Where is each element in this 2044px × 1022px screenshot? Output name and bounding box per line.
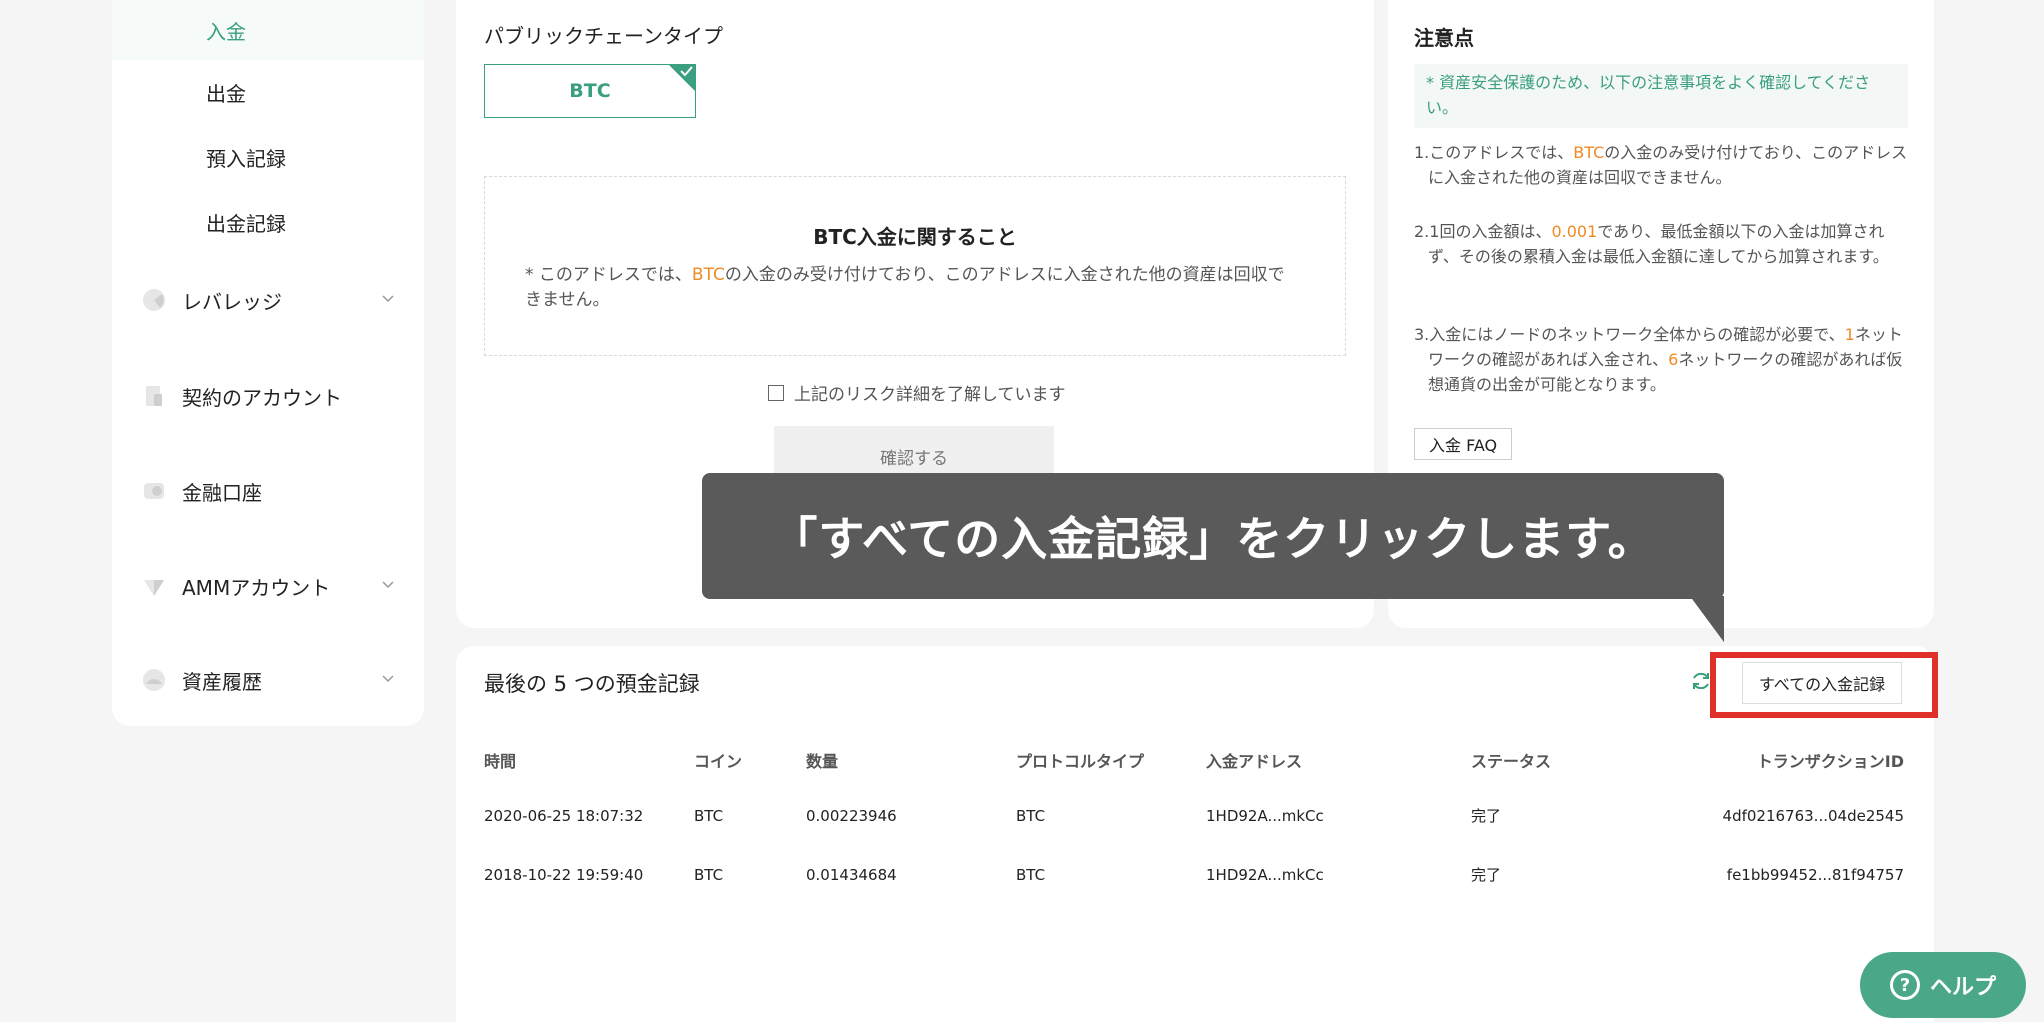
- record-protocol: BTC: [1016, 806, 1046, 825]
- note-confirmations: 6: [1668, 350, 1679, 369]
- note-2: 2.1回の入金額は、0.001であり、最低金額以下の入金は加算されず、その後の累…: [1414, 219, 1908, 269]
- note-1: 1.このアドレスでは、BTCの入金のみ受け付けており、このアドレスに入金された他…: [1414, 140, 1908, 190]
- column-header: 数量: [806, 752, 839, 771]
- asset-history-icon: [142, 668, 166, 692]
- column-header: ステータス: [1471, 752, 1552, 771]
- note-confirmations: 1: [1844, 325, 1855, 344]
- record-coin: BTC: [694, 865, 724, 884]
- chain-option-btc[interactable]: BTC: [484, 64, 696, 118]
- risk-acknowledge[interactable]: 上記のリスク詳細を了解しています: [768, 380, 1066, 405]
- note-3: 3.入金にはノードのネットワーク全体からの確認が必要で、1ネットワークの確認があ…: [1414, 322, 1908, 397]
- record-amount: 0.00223946: [806, 806, 897, 825]
- question-icon: ?: [1889, 970, 1920, 1000]
- sidebar-item-label: 出金: [206, 81, 246, 106]
- chain-option-label: BTC: [569, 80, 611, 102]
- sidebar-item-label: 預入記録: [206, 146, 286, 171]
- sidebar-item-amm-account[interactable]: AMMアカウント: [112, 556, 424, 616]
- sidebar-item-finance-account[interactable]: 金融口座: [112, 461, 424, 521]
- note-min-amount: 0.001: [1551, 222, 1598, 241]
- record-txid-link[interactable]: fe1bb99452...81f94757: [1651, 845, 1904, 904]
- table-row: 2018-10-22 19:59:40 BTC 0.01434684 BTC 1…: [484, 845, 1904, 904]
- annotation-highlight-box: [1710, 652, 1938, 718]
- column-header: 入金アドレス: [1206, 752, 1303, 771]
- sidebar-item-label: 資産履歴: [182, 669, 262, 694]
- record-address-link[interactable]: 1HD92A...mkCc: [1206, 845, 1471, 904]
- column-header: コイン: [694, 752, 743, 771]
- deposit-info-title: BTC入金に関すること: [813, 225, 1017, 249]
- record-coin: BTC: [694, 806, 724, 825]
- column-header: プロトコルタイプ: [1016, 752, 1145, 771]
- note-text: 1.このアドレスでは、: [1414, 143, 1574, 162]
- sidebar-item-label: 金融口座: [182, 480, 262, 505]
- record-amount: 0.01434684: [806, 865, 897, 884]
- column-header: トランザクションID: [1756, 752, 1904, 771]
- chain-type-label: パブリックチェーンタイプ: [484, 24, 723, 48]
- record-status: 完了: [1471, 807, 1502, 825]
- leverage-icon: [142, 288, 166, 312]
- chevron-down-icon: [382, 581, 394, 589]
- sidebar-item-deposit-history[interactable]: 預入記録: [112, 127, 424, 187]
- sidebar-item-withdraw[interactable]: 出金: [112, 62, 424, 122]
- contract-icon: [142, 384, 166, 408]
- chevron-down-icon: [382, 675, 394, 683]
- note-coin: BTC: [1573, 143, 1605, 162]
- sidebar-item-label: 出金記録: [206, 211, 286, 236]
- amm-icon: [142, 574, 166, 598]
- sidebar-item-label: レバレッジ: [182, 289, 282, 314]
- record-protocol: BTC: [1016, 865, 1046, 884]
- tooltip-pointer: [1690, 596, 1724, 642]
- chevron-down-icon: [382, 295, 394, 303]
- sidebar: 入金 出金 預入記録 出金記録 レバレッジ 契約のアカウント 金融口座 AMMア…: [112, 0, 424, 726]
- note-text: 3.入金にはノードのネットワーク全体からの確認が必要で、: [1414, 325, 1845, 344]
- record-txid-link[interactable]: 4df0216763...04de2545: [1651, 786, 1904, 845]
- deposit-info-box: BTC入金に関すること * このアドレスでは、BTCの入金のみ受け付けており、こ…: [484, 176, 1346, 356]
- sidebar-item-label: 契約のアカウント: [182, 385, 342, 410]
- finance-icon: [142, 479, 166, 503]
- sidebar-item-deposit[interactable]: 入金: [112, 0, 424, 60]
- notes-banner: * 資産安全保護のため、以下の注意事項をよく確認してください。: [1414, 64, 1908, 128]
- risk-checkbox[interactable]: [768, 384, 784, 401]
- help-label: ヘルプ: [1929, 975, 1996, 1000]
- record-time: 2018-10-22 19:59:40: [484, 865, 644, 884]
- records-title: 最後の 5 つの預金記録: [484, 672, 700, 696]
- table-row: 2020-06-25 18:07:32 BTC 0.00223946 BTC 1…: [484, 786, 1904, 845]
- info-coin: BTC: [691, 265, 725, 285]
- table-header-row: 時間 コイン 数量 プロトコルタイプ 入金アドレス ステータス トランザクション…: [484, 748, 1904, 786]
- record-time: 2020-06-25 18:07:32: [484, 806, 644, 825]
- sidebar-item-contract-account[interactable]: 契約のアカウント: [112, 366, 424, 426]
- sidebar-item-leverage[interactable]: レバレッジ: [112, 270, 424, 330]
- deposit-faq-button[interactable]: 入金 FAQ: [1414, 428, 1513, 460]
- risk-checkbox-label: 上記のリスク詳細を了解しています: [794, 385, 1066, 405]
- notes-title: 注意点: [1414, 26, 1474, 50]
- record-status: 完了: [1471, 866, 1502, 884]
- deposit-info-text: * このアドレスでは、BTCの入金のみ受け付けており、このアドレスに入金された他…: [525, 263, 1295, 313]
- sidebar-item-label: 入金: [206, 19, 246, 44]
- note-text: 2.1回の入金額は、: [1414, 222, 1552, 241]
- sidebar-item-withdraw-history[interactable]: 出金記録: [112, 192, 424, 252]
- help-button[interactable]: ? ヘルプ: [1860, 952, 2026, 1018]
- check-icon: [680, 66, 693, 76]
- record-address-link[interactable]: 1HD92A...mkCc: [1206, 786, 1471, 845]
- instruction-tooltip: 「すべての入金記録」をクリックします。: [702, 473, 1724, 599]
- sidebar-item-label: AMMアカウント: [182, 575, 331, 600]
- records-table: 時間 コイン 数量 プロトコルタイプ 入金アドレス ステータス トランザクション…: [484, 748, 1904, 904]
- column-header: 時間: [484, 752, 517, 771]
- sidebar-item-asset-history[interactable]: 資産履歴: [112, 650, 424, 710]
- info-text-prefix: * このアドレスでは、: [525, 265, 692, 285]
- refresh-icon[interactable]: [1690, 670, 1712, 692]
